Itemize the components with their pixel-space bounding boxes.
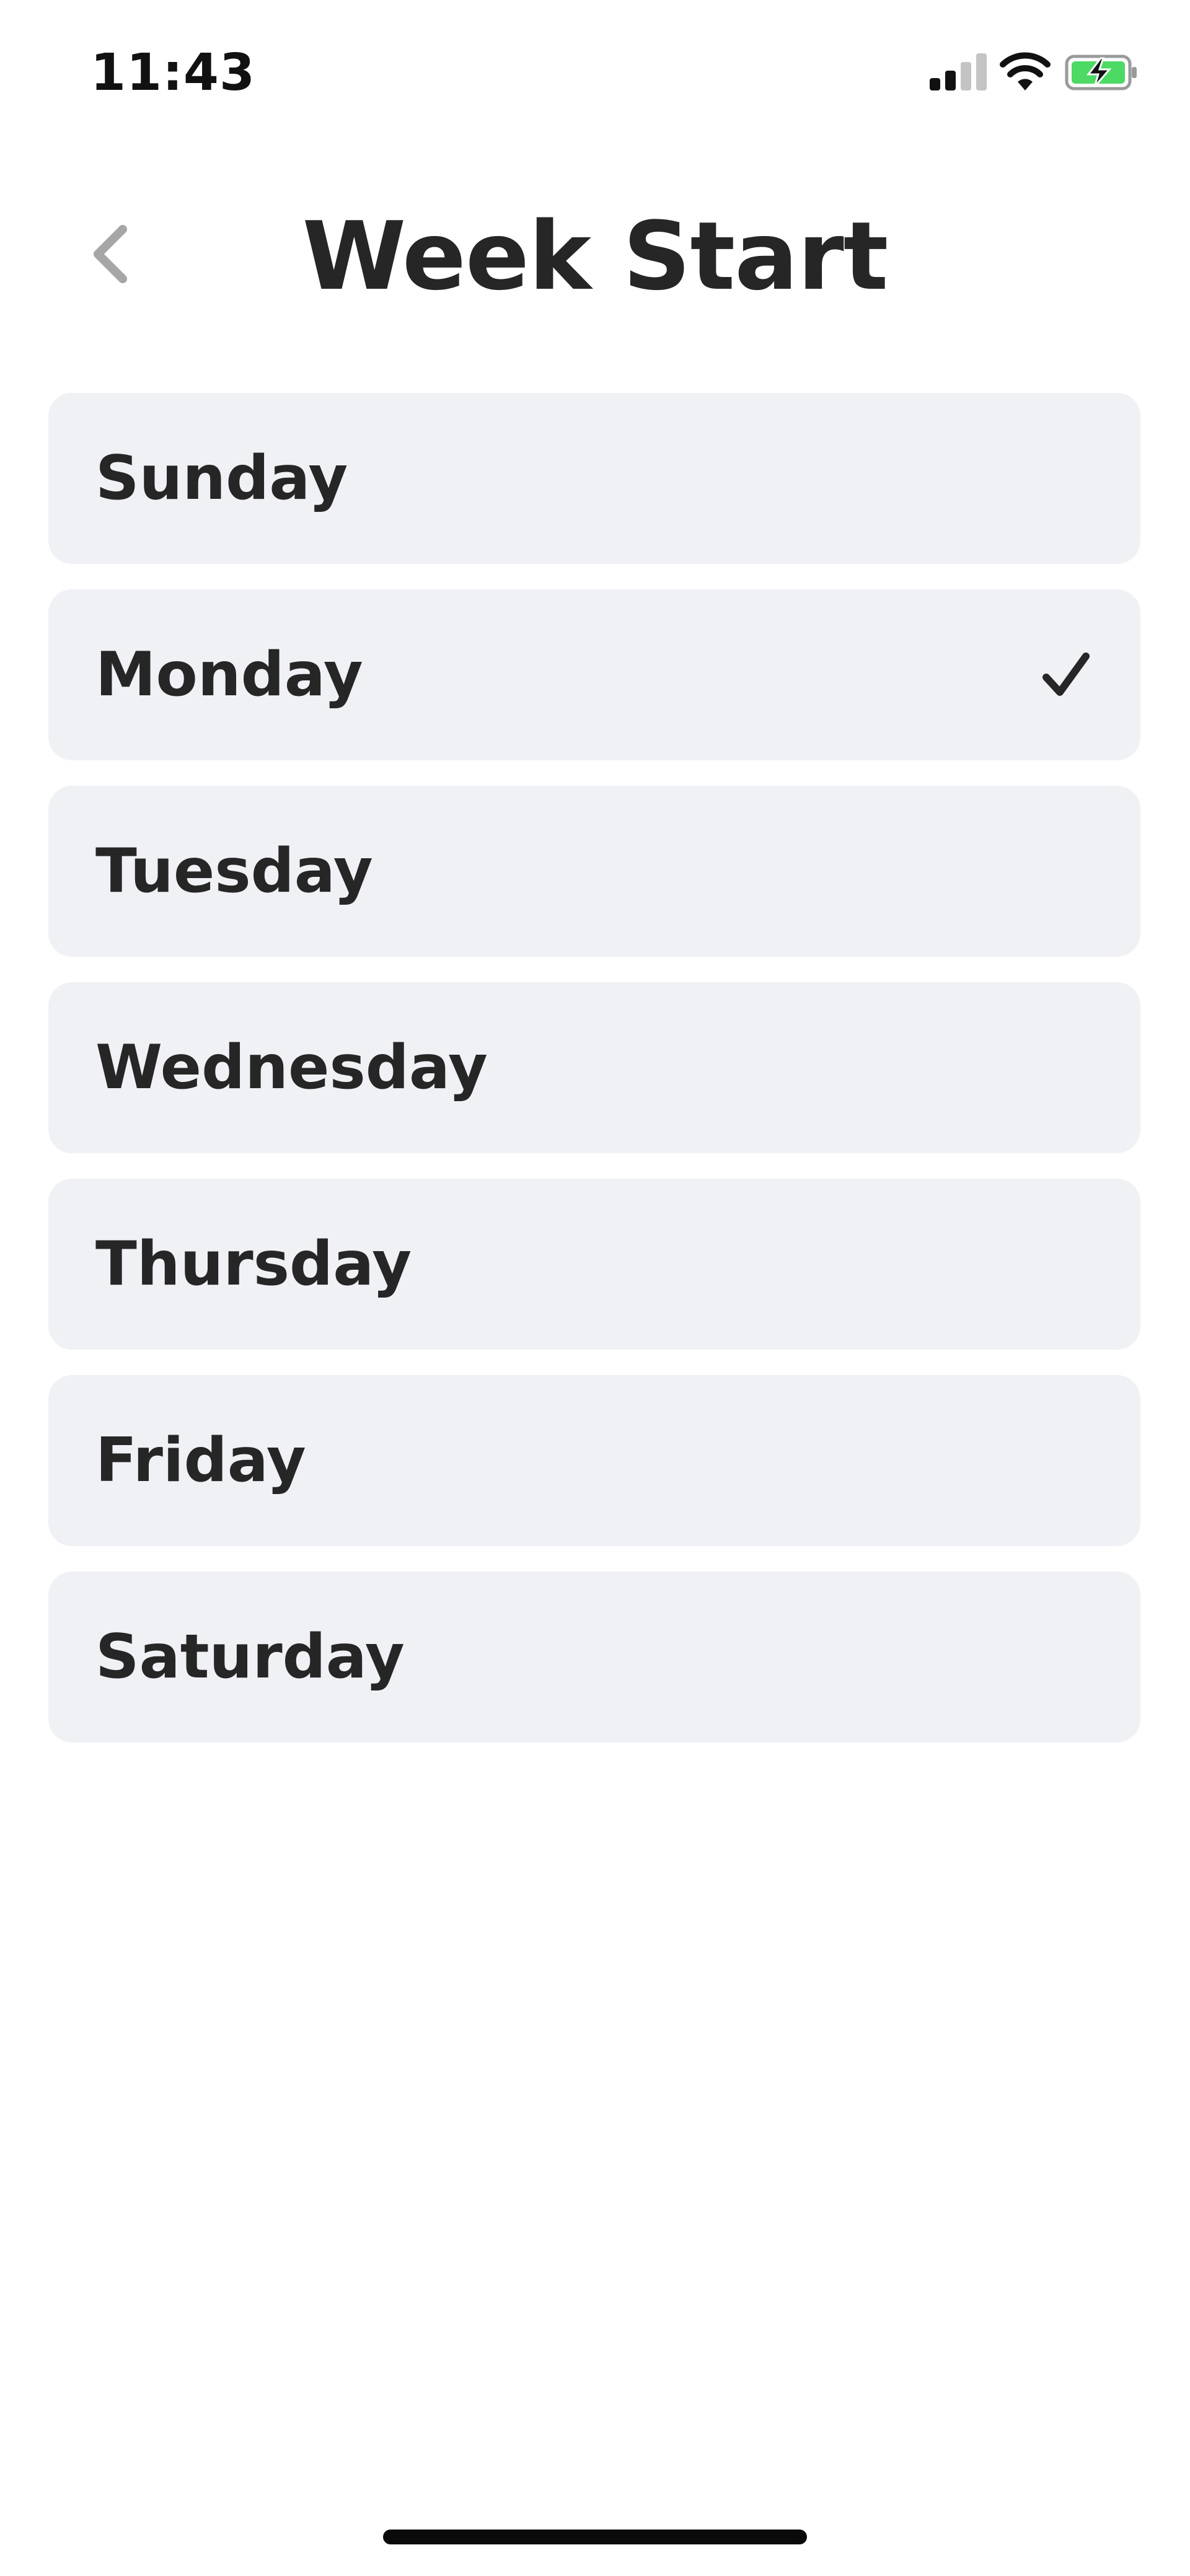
home-indicator[interactable] bbox=[383, 2530, 807, 2544]
battery-charging-icon bbox=[1065, 55, 1139, 90]
option-sunday[interactable]: Sunday bbox=[48, 393, 1140, 564]
option-saturday[interactable]: Saturday bbox=[48, 1572, 1140, 1743]
option-label: Thursday bbox=[95, 1229, 412, 1299]
option-label: Tuesday bbox=[95, 836, 373, 907]
option-wednesday[interactable]: Wednesday bbox=[48, 982, 1140, 1153]
option-friday[interactable]: Friday bbox=[48, 1375, 1140, 1546]
option-monday[interactable]: Monday bbox=[48, 589, 1140, 760]
option-label: Saturday bbox=[95, 1622, 405, 1692]
nav-header: Week Start bbox=[0, 180, 1190, 335]
option-thursday[interactable]: Thursday bbox=[48, 1179, 1140, 1350]
status-time: 11:43 bbox=[90, 43, 256, 102]
page-title: Week Start bbox=[302, 201, 889, 311]
wifi-icon bbox=[999, 52, 1051, 92]
option-label: Friday bbox=[95, 1425, 306, 1496]
week-start-options-list: Sunday Monday Tuesday Wednesday Thursday… bbox=[48, 393, 1140, 1768]
option-label: Wednesday bbox=[95, 1032, 488, 1103]
option-tuesday[interactable]: Tuesday bbox=[48, 786, 1140, 957]
option-label: Sunday bbox=[95, 443, 348, 514]
cellular-signal-icon bbox=[930, 53, 987, 90]
checkmark-icon bbox=[1041, 650, 1091, 700]
option-label: Monday bbox=[95, 640, 363, 710]
status-bar: 11:43 bbox=[0, 0, 1190, 149]
